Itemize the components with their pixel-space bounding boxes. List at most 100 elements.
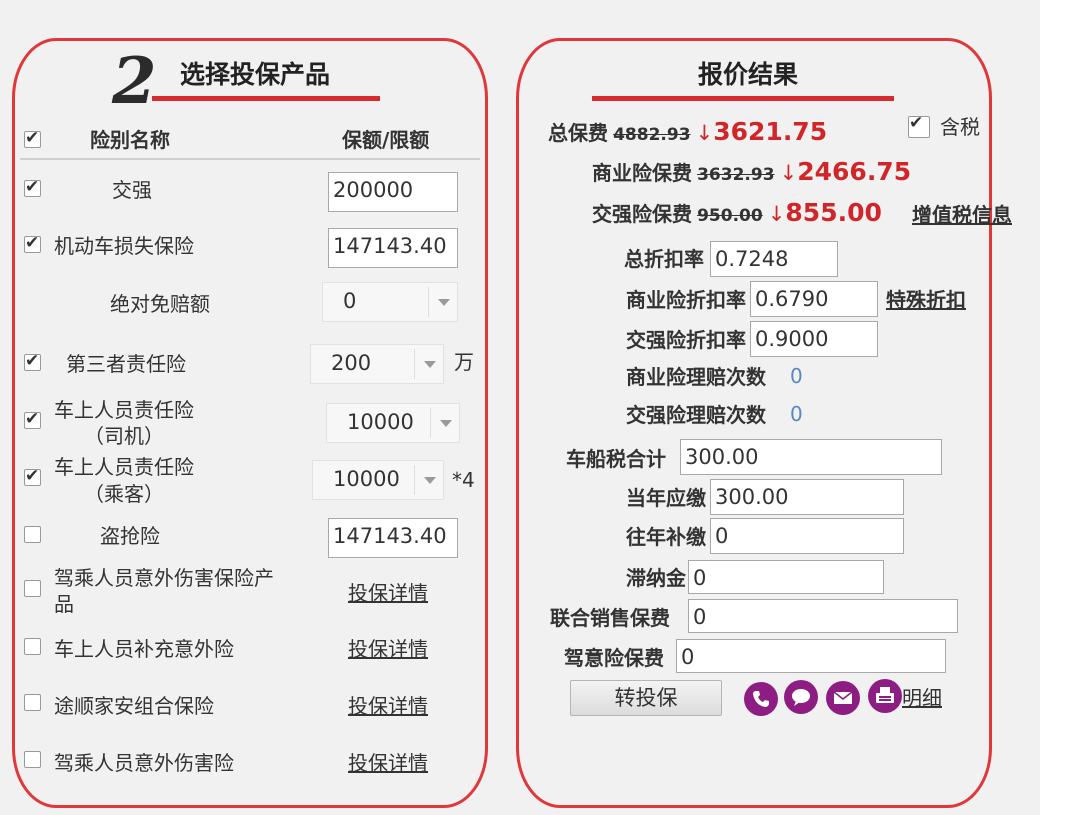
jiaoqiang-label: 交强 [112,178,152,202]
third-party-unit: 万 [454,350,474,374]
header-divider [20,158,480,160]
total-premium-final: 3621.75 [713,117,828,146]
driver-accident-product-details-link[interactable]: 投保详情 [348,581,428,605]
driver-accident-product-checkbox[interactable] [24,580,41,597]
tushun-combo-checkbox[interactable] [24,694,41,711]
compulsory-premium-label: 交强险保费 [592,202,692,226]
total-discount-input[interactable]: 0.7248 [710,241,838,277]
theft-amount-input[interactable]: 147143.40 [328,518,458,558]
down-arrow-icon: ↓ [779,161,798,185]
passenger-liability-sublabel: （乘客） [84,482,164,506]
supplementary-accident-details-link[interactable]: 投保详情 [348,637,428,661]
driver-injury-checkbox[interactable] [24,751,41,768]
column-header-name: 险别名称 [90,128,170,152]
commercial-premium-original: 3632.93 [697,165,775,185]
late-fee-input[interactable]: 0 [688,560,884,594]
compulsory-premium-final: 855.00 [785,198,882,227]
compulsory-premium-line: 交强险保费 950.00 ↓855.00 [592,198,882,231]
prior-year-back-label: 往年补缴 [626,525,706,549]
total-premium-line: 总保费 4882.93 ↓3621.75 [548,117,827,150]
driver-liability-checkbox[interactable] [24,409,41,429]
compulsory-discount-label: 交强险折扣率 [626,328,746,352]
deductible-value: 0 [343,289,357,313]
down-arrow-icon: ↓ [767,202,786,226]
chevron-down-icon [414,349,443,379]
late-fee-label: 滞纳金 [626,566,686,590]
commercial-claims-label: 商业险理赔次数 [626,365,766,389]
driver-liability-select[interactable]: 10000 [326,403,460,443]
chat-icon[interactable] [784,680,818,714]
third-party-select[interactable]: 200 [310,344,444,384]
vat-info-link[interactable]: 增值税信息 [912,203,1012,227]
tushun-combo-details-link[interactable]: 投保详情 [348,694,428,718]
total-discount-label: 总折扣率 [624,247,704,271]
passenger-liability-checkbox[interactable] [24,466,41,486]
commercial-premium-label: 商业险保费 [592,161,692,185]
current-year-due-label: 当年应缴 [626,486,706,510]
title-underline [152,96,380,101]
third-party-value: 200 [331,351,372,375]
phone-icon[interactable] [744,682,778,716]
compulsory-claims-count: 0 [790,402,803,426]
third-party-label: 第三者责任险 [66,352,186,376]
compulsory-premium-original: 950.00 [697,206,763,226]
driver-accident-product-label-cont: 品 [54,592,74,616]
commercial-discount-label: 商业险折扣率 [626,288,746,312]
accident-premium-input[interactable]: 0 [676,639,946,673]
vehicle-loss-amount-input[interactable]: 147143.40 [328,228,458,268]
driver-accident-product-label: 驾乘人员意外伤害保险产 [54,566,274,590]
driver-liability-label: 车上人员责任险 [54,398,194,422]
theft-checkbox[interactable] [24,526,41,543]
select-all-checkbox[interactable] [24,128,41,148]
vehicle-loss-label: 机动车损失保险 [54,234,194,258]
commercial-premium-line: 商业险保费 3632.93 ↓2466.75 [592,157,911,190]
theft-label: 盗抢险 [100,524,160,548]
total-premium-label: 总保费 [548,121,608,145]
vehicle-loss-checkbox[interactable] [24,233,41,253]
joint-sales-premium-label: 联合销售保费 [550,606,670,630]
column-header-amount: 保额/限额 [342,128,430,152]
compulsory-claims-label: 交强险理赔次数 [626,403,766,427]
fax-icon[interactable] [868,679,902,713]
deductible-label: 绝对免赔额 [110,292,210,316]
tushun-combo-label: 途顺家安组合保险 [54,694,214,718]
third-party-checkbox[interactable] [24,351,41,371]
jiaoqiang-amount-input[interactable]: 200000 [328,172,458,212]
accident-premium-label: 驾意险保费 [564,646,664,670]
vessel-tax-total-input[interactable]: 300.00 [680,439,942,475]
special-discount-link[interactable]: 特殊折扣 [886,288,966,312]
passenger-liability-label: 车上人员责任险 [54,455,194,479]
product-selection-title: 选择投保产品 [180,60,331,89]
deductible-select[interactable]: 0 [322,282,458,322]
chevron-down-icon [430,408,459,438]
down-arrow-icon: ↓ [695,121,714,145]
prior-year-back-input[interactable]: 0 [710,518,904,554]
joint-sales-premium-input[interactable]: 0 [688,599,958,633]
chevron-down-icon [414,465,443,495]
total-premium-original: 4882.93 [613,125,691,145]
driver-injury-label: 驾乘人员意外伤害险 [54,751,234,775]
jiaoqiang-checkbox[interactable] [24,177,41,197]
supplementary-accident-label: 车上人员补充意外险 [54,637,234,661]
current-year-due-input[interactable]: 300.00 [710,479,904,515]
tax-included-label: 含税 [940,115,980,139]
vessel-tax-total-label: 车船税合计 [566,447,666,471]
transfer-insurance-button[interactable]: 转投保 [570,680,722,716]
passenger-liability-value: 10000 [333,467,400,491]
tax-included-checkbox[interactable] [908,113,930,138]
supplementary-accident-checkbox[interactable] [24,638,41,655]
driver-liability-value: 10000 [347,410,414,434]
step-number: 2 [112,44,157,119]
passenger-count-suffix: *4 [452,468,475,492]
chevron-down-icon [428,287,457,317]
details-link[interactable]: 明细 [902,686,942,710]
commercial-discount-input[interactable]: 0.6790 [750,281,878,317]
commercial-claims-count: 0 [790,364,803,388]
quote-title-underline [592,96,894,101]
mail-icon[interactable] [826,681,860,715]
driver-injury-details-link[interactable]: 投保详情 [348,751,428,775]
compulsory-discount-input[interactable]: 0.9000 [750,321,878,357]
passenger-liability-select[interactable]: 10000 [312,460,444,500]
driver-liability-sublabel: （司机） [84,424,164,448]
quote-result-title: 报价结果 [698,60,799,89]
